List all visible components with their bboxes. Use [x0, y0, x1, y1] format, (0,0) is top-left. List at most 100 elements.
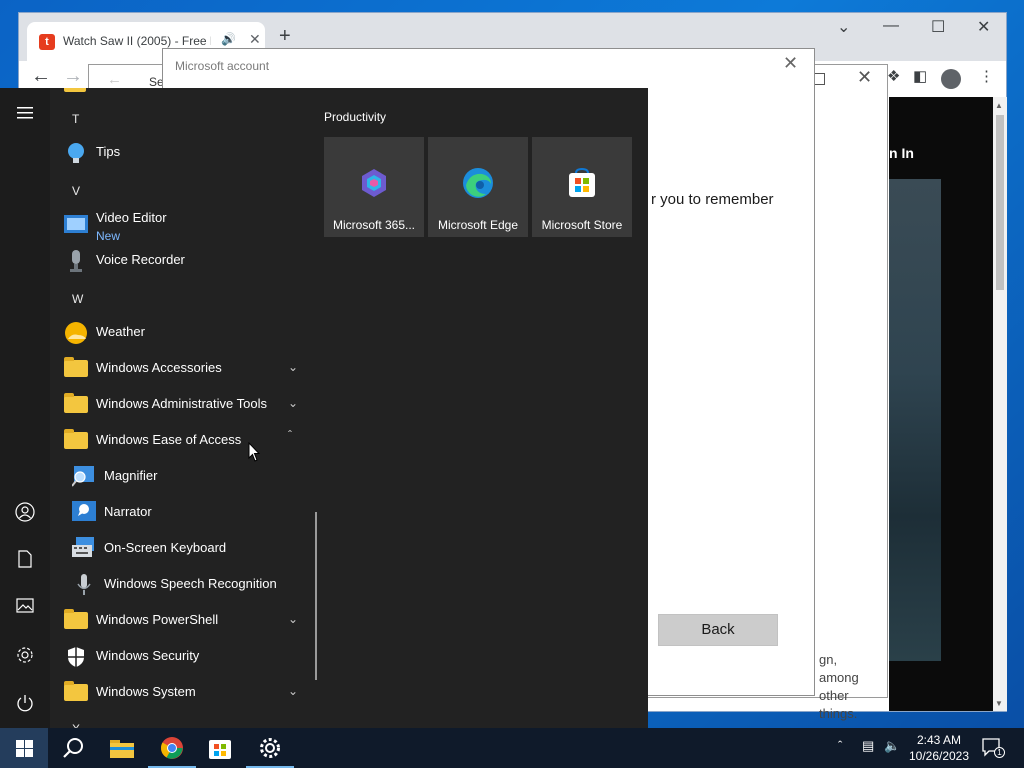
start-button[interactable] — [0, 728, 48, 768]
hamburger-menu-icon[interactable] — [0, 96, 50, 136]
folder-windows-ease-of-access[interactable]: Windows Ease of Access ˆ — [50, 422, 312, 458]
chevron-up-icon: ˆ — [288, 428, 292, 442]
footer-line-1: gn, — [819, 652, 838, 667]
dialog-footer-text: gn, among other things. — [819, 651, 887, 723]
folder-windows-system[interactable]: Windows System ⌄ — [50, 674, 312, 710]
maximize-icon[interactable]: ☐ — [931, 17, 945, 37]
app-narrator[interactable]: Narrator — [50, 494, 312, 530]
tab-favicon-icon: t — [39, 34, 55, 50]
folder-name: Windows PowerShell — [96, 612, 219, 627]
web-page-content: n In — [889, 97, 993, 711]
app-voice-recorder[interactable]: Voice Recorder — [50, 242, 312, 278]
folder-icon — [64, 609, 88, 631]
chrome-icon — [161, 737, 183, 759]
back-button[interactable]: Back — [658, 614, 778, 646]
clock-date: 10/26/2023 — [908, 749, 970, 763]
start-rail — [0, 88, 50, 728]
folder-icon — [64, 88, 86, 92]
app-magnifier[interactable]: Magnifier — [50, 458, 312, 494]
app-windows-security[interactable]: Windows Security — [50, 638, 312, 674]
network-icon[interactable]: ▤ — [862, 738, 874, 754]
keyboard-icon — [72, 537, 96, 559]
taskbar-file-explorer[interactable] — [98, 728, 146, 768]
minimize-icon[interactable]: — — [883, 17, 899, 35]
dialog-body-text: r you to remember — [651, 191, 774, 208]
profile-avatar-icon[interactable] — [941, 69, 961, 89]
window-close-icon[interactable]: ✕ — [977, 17, 990, 37]
letter-header-w[interactable]: W — [72, 292, 83, 306]
app-windows-speech-recognition[interactable]: Windows Speech Recognition — [50, 566, 312, 602]
speech-microphone-icon — [72, 573, 96, 595]
taskbar-settings[interactable] — [246, 728, 294, 768]
weather-sun-icon — [64, 321, 88, 344]
page-heading: n In — [889, 145, 914, 161]
close-icon[interactable]: ✕ — [783, 53, 798, 74]
dialog-back-arrow-icon[interactable]: ← — [107, 71, 122, 88]
tile-group-title[interactable]: Productivity — [324, 110, 386, 124]
magnifier-icon — [71, 465, 96, 487]
pictures-icon[interactable] — [0, 588, 50, 628]
shield-icon — [64, 645, 88, 667]
app-tips[interactable]: Tips — [50, 134, 312, 170]
app-on-screen-keyboard[interactable]: On-Screen Keyboard — [50, 530, 312, 566]
tile-microsoft-edge[interactable]: Microsoft Edge — [428, 137, 528, 237]
speaker-muted-icon[interactable]: 🔈 — [884, 738, 900, 754]
tab-title: Watch Saw II (2005) - Free M — [63, 34, 211, 48]
folder-name: Windows Ease of Access — [96, 432, 242, 447]
settings-gear-icon[interactable] — [0, 636, 50, 676]
folder-windows-administrative-tools[interactable]: Windows Administrative Tools ⌄ — [50, 386, 312, 422]
lightbulb-icon — [64, 141, 88, 163]
settings-gear-icon — [260, 738, 280, 758]
letter-header-t[interactable]: T — [72, 112, 79, 126]
tile-microsoft-store[interactable]: Microsoft Store — [532, 137, 632, 237]
taskbar-chrome[interactable] — [148, 728, 196, 768]
microsoft-365-icon — [358, 167, 390, 199]
app-name: Voice Recorder — [96, 252, 185, 267]
scroll-down-icon[interactable]: ▼ — [995, 699, 1003, 708]
chevron-down-icon: ⌄ — [288, 360, 299, 374]
more-menu-icon[interactable]: ⋮ — [979, 67, 994, 85]
back-arrow-icon[interactable]: ← — [31, 65, 51, 88]
folder-icon — [64, 429, 88, 451]
app-name: Narrator — [104, 504, 152, 519]
plus-icon[interactable]: + — [279, 25, 291, 48]
app-name: Windows Speech Recognition — [104, 576, 277, 591]
folder-windows-powershell[interactable]: Windows PowerShell ⌄ — [50, 602, 312, 638]
folder-icon — [64, 393, 88, 415]
tile-microsoft-365[interactable]: Microsoft 365... — [324, 137, 424, 237]
dialog-title: Microsoft account — [175, 59, 270, 73]
app-weather[interactable]: Weather — [50, 314, 312, 350]
taskbar-store[interactable] — [196, 728, 244, 768]
taskbar-clock[interactable]: 2:43 AM 10/26/2023 — [906, 732, 972, 764]
documents-icon[interactable] — [0, 540, 50, 580]
notification-center-icon[interactable]: 1 — [982, 738, 1005, 758]
app-list: T Tips V Video Editor New Voice Recorder… — [50, 88, 312, 728]
edge-icon — [462, 167, 494, 199]
forward-arrow-icon[interactable]: → — [63, 65, 83, 88]
page-scrollbar[interactable]: ▲ ▼ — [993, 97, 1007, 711]
clock-time: 2:43 AM — [916, 733, 962, 747]
tile-label: Microsoft Store — [541, 218, 623, 232]
tile-label: Microsoft Edge — [437, 218, 519, 232]
scroll-thumb[interactable] — [996, 115, 1004, 290]
app-name: On-Screen Keyboard — [104, 540, 227, 555]
folder-icon — [64, 357, 88, 379]
app-name: Magnifier — [104, 468, 158, 483]
scroll-up-icon[interactable]: ▲ — [995, 101, 1003, 110]
extension-icon[interactable]: ❖ — [887, 67, 900, 85]
tab-close-icon[interactable]: ✕ — [249, 31, 261, 48]
speaker-icon[interactable]: 🔊 — [221, 32, 236, 46]
app-list-scrollbar[interactable] — [315, 512, 317, 680]
taskbar-search[interactable] — [48, 728, 96, 768]
power-icon[interactable] — [0, 684, 50, 724]
app-video-editor[interactable]: Video Editor New — [50, 206, 312, 243]
letter-header-v[interactable]: V — [72, 184, 80, 198]
chevron-down-icon[interactable]: ⌄ — [837, 17, 850, 37]
footer-line-2: among other things. — [819, 670, 859, 721]
user-account-icon[interactable] — [0, 492, 50, 532]
folder-windows-accessories[interactable]: Windows Accessories ⌄ — [50, 350, 312, 386]
chevron-up-icon[interactable]: ˆ — [838, 738, 842, 753]
dialog-close-icon[interactable]: ✕ — [857, 67, 872, 88]
app-name: Video Editor — [96, 210, 167, 225]
side-panel-icon[interactable]: ◧ — [913, 67, 927, 85]
